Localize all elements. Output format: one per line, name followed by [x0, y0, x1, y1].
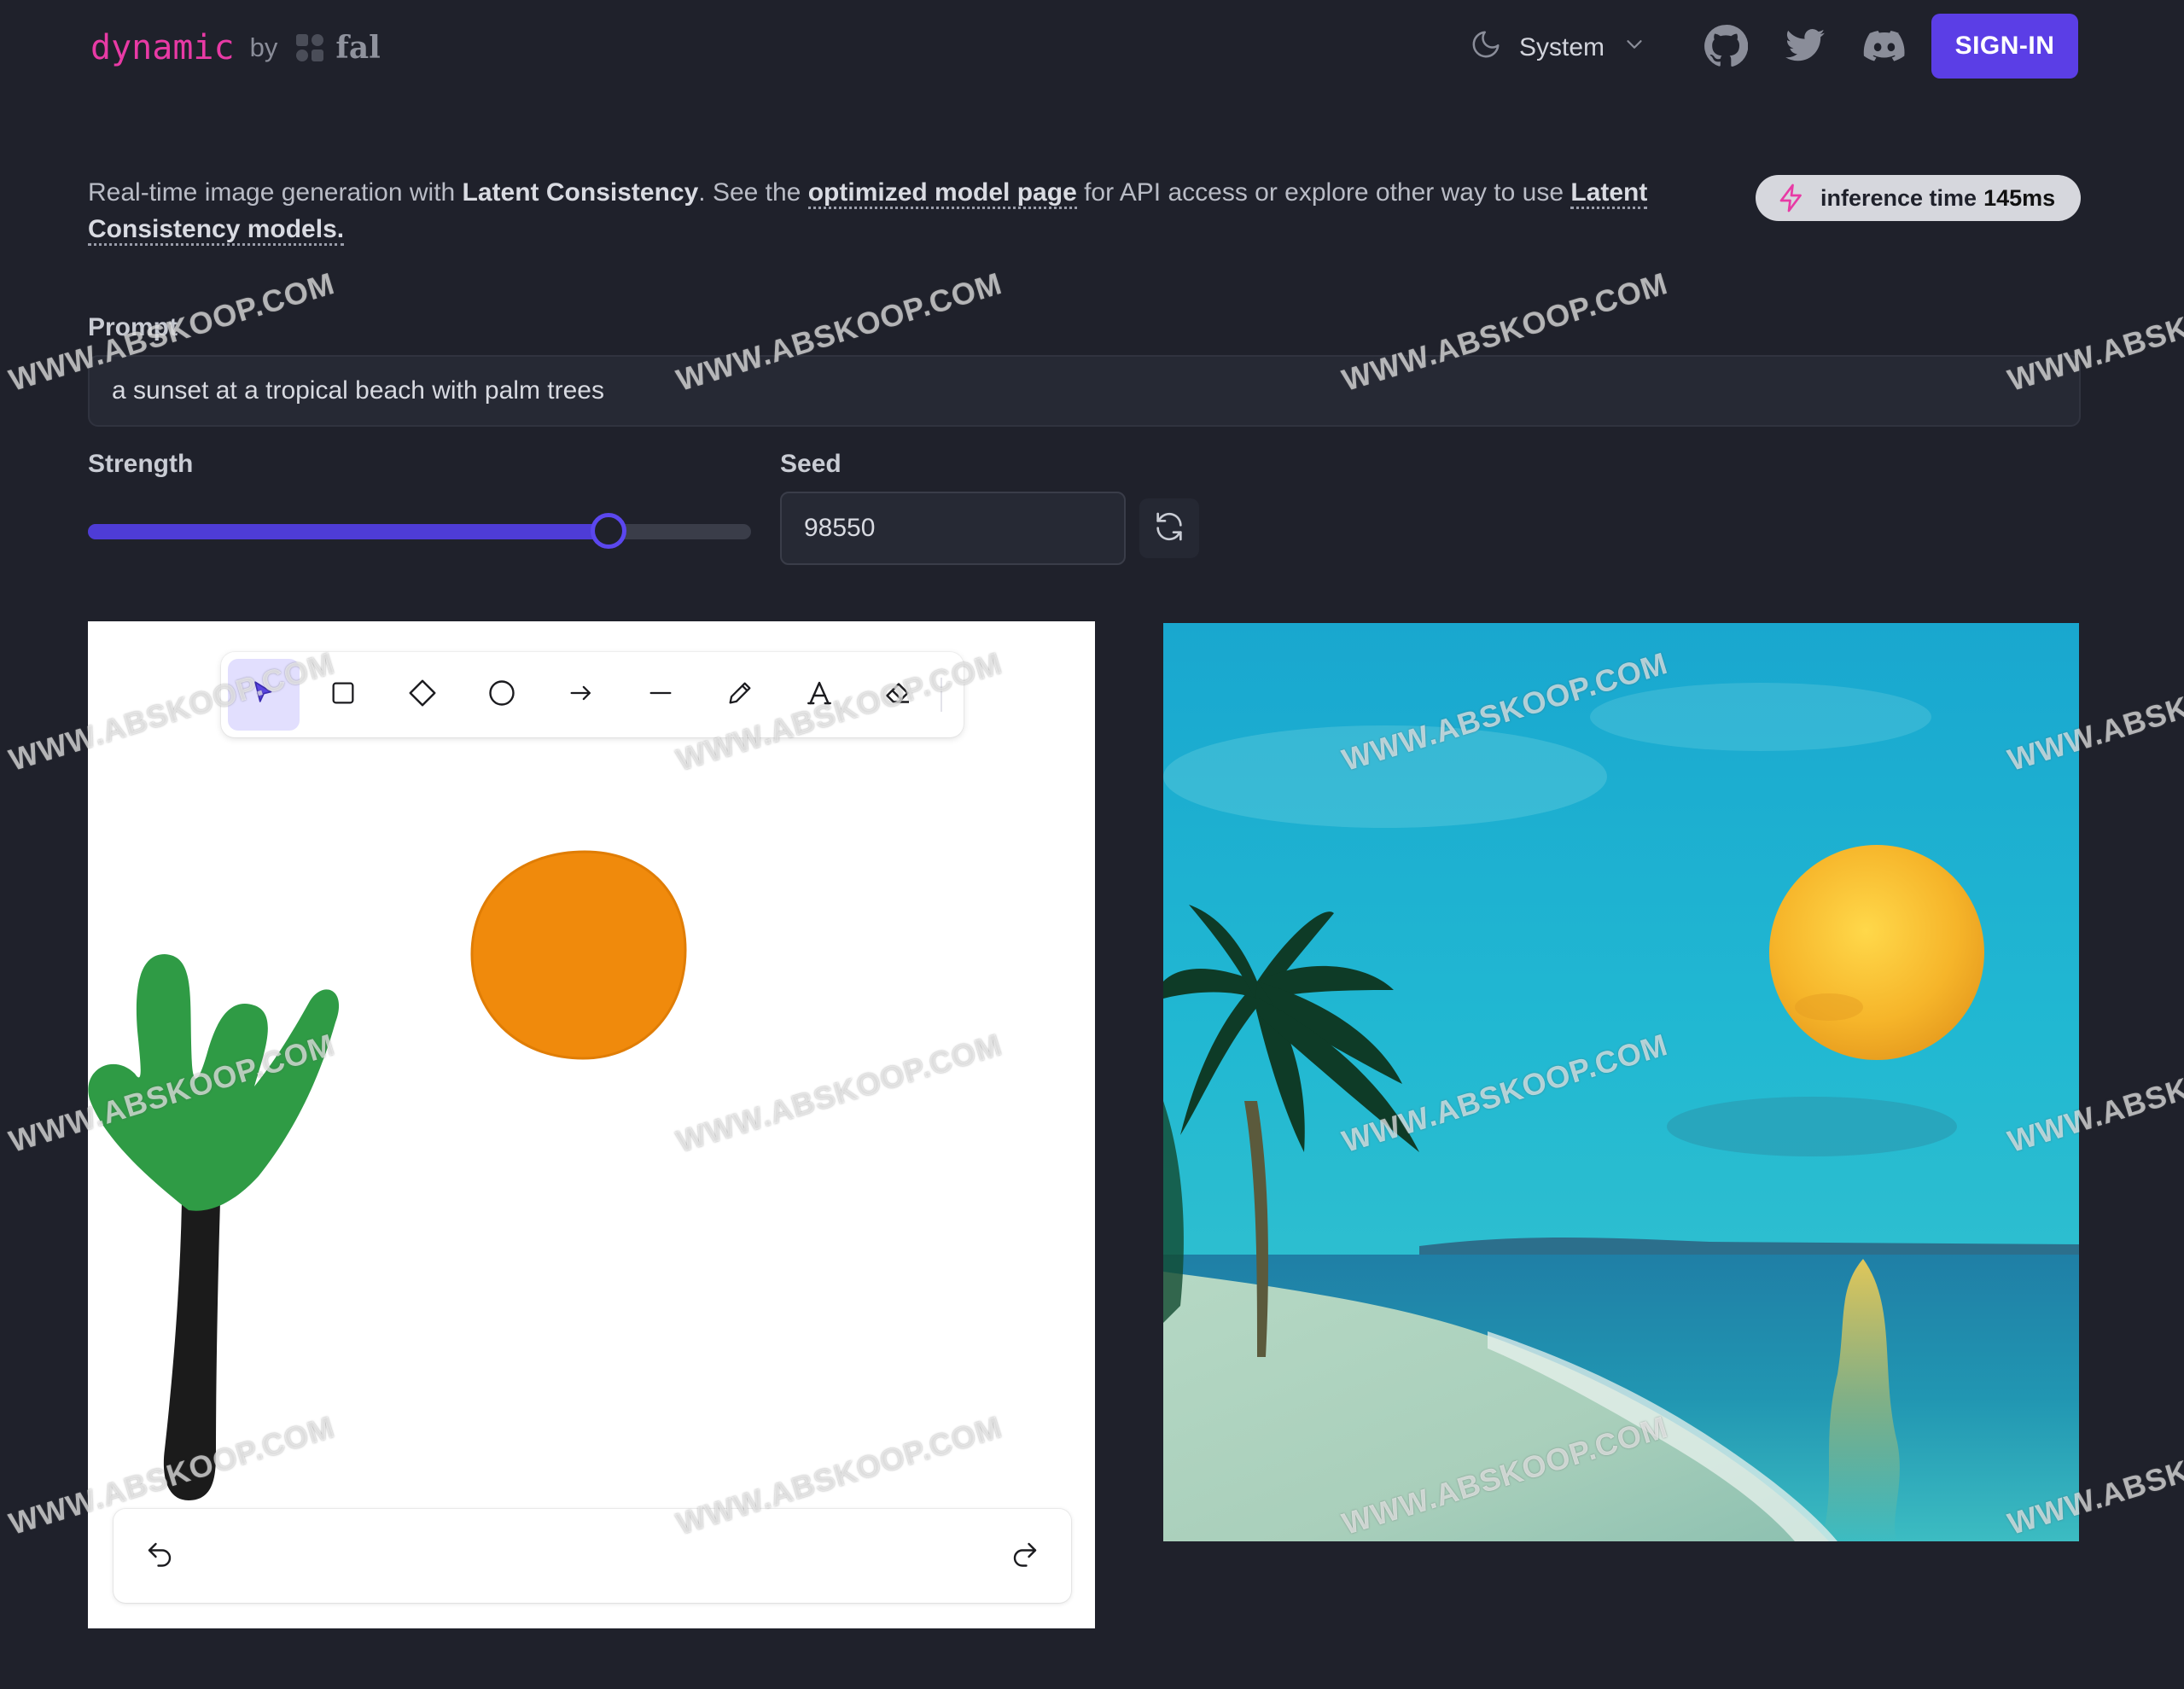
strength-label: Strength: [88, 450, 194, 478]
inference-time-badge: inference time 145ms: [1756, 175, 2081, 221]
theme-label: System: [1519, 33, 1605, 61]
generated-image: [1163, 623, 2079, 1541]
undo-button[interactable]: [134, 1530, 185, 1581]
slider-thumb[interactable]: [590, 513, 626, 549]
arrow-tool[interactable]: [545, 659, 617, 731]
moon-icon: [1470, 28, 1502, 67]
seed-input[interactable]: [780, 492, 1126, 565]
pencil-icon: [725, 679, 754, 712]
randomize-seed-button[interactable]: [1139, 498, 1199, 558]
redo-icon: [1010, 1539, 1040, 1574]
brand-partner: fal: [335, 30, 381, 66]
inference-time-label: inference time: [1820, 184, 1977, 211]
intro-bold: Latent Consistency: [462, 178, 699, 207]
eraser-tool[interactable]: [863, 659, 935, 731]
refresh-icon: [1152, 510, 1186, 548]
drawing-canvas[interactable]: [88, 621, 1095, 1628]
prompt-label: Prompt: [88, 313, 178, 341]
brand-by: by: [249, 32, 278, 62]
intro-text: Real-time image generation with Latent C…: [88, 174, 1692, 248]
redo-button[interactable]: [999, 1530, 1051, 1581]
github-icon: [1704, 24, 1749, 73]
discord-icon: [1861, 23, 1907, 73]
arrow-right-icon: [567, 679, 596, 712]
seed-label: Seed: [780, 450, 842, 478]
text-tool[interactable]: [783, 659, 855, 731]
toolbar-divider: [941, 678, 942, 712]
eraser-icon: [883, 678, 914, 713]
theme-select[interactable]: System: [1470, 24, 1647, 72]
prompt-input[interactable]: [88, 355, 2081, 427]
slider-fill: [88, 524, 609, 539]
twitter-link[interactable]: [1779, 22, 1831, 73]
palm-leaves-shape: [88, 954, 340, 1211]
brand-name: dynamic: [90, 28, 235, 67]
diamond-icon: [407, 678, 438, 713]
canvas-drawing: [88, 850, 687, 1500]
inference-time-value: 145ms: [1983, 184, 2056, 211]
diamond-tool[interactable]: [387, 659, 458, 731]
selection-tool[interactable]: [228, 659, 300, 731]
intro-part-1: Real-time image generation with: [88, 178, 463, 207]
ellipse-tool[interactable]: [466, 659, 538, 731]
intro-part-2: . See the: [698, 178, 808, 207]
sign-in-button[interactable]: SIGN-IN: [1931, 14, 2078, 79]
undo-icon: [144, 1539, 175, 1574]
intro-part-3: for API access or explore other way to u…: [1076, 178, 1571, 207]
rectangle-tool[interactable]: [307, 659, 379, 731]
drawing-toolbar: [221, 652, 964, 737]
palm-trunk-shape: [163, 1202, 220, 1500]
lightning-icon: [1776, 183, 1807, 213]
fal-logo-icon: [293, 31, 327, 65]
line-tool[interactable]: [625, 659, 696, 731]
chevron-down-icon: [1622, 32, 1647, 64]
history-bar: [114, 1509, 1071, 1603]
optimized-model-link[interactable]: optimized model page: [807, 178, 1077, 209]
github-link[interactable]: [1700, 22, 1751, 73]
draw-tool[interactable]: [704, 659, 776, 731]
brand[interactable]: dynamic by fal: [90, 24, 381, 72]
twitter-icon: [1784, 25, 1826, 72]
square-icon: [329, 679, 358, 712]
line-icon: [646, 679, 675, 712]
strength-slider[interactable]: [88, 513, 751, 549]
sun-shape: [470, 850, 687, 1060]
text-icon: [804, 678, 835, 713]
circle-icon: [486, 678, 517, 713]
pointer-icon: [249, 679, 278, 712]
discord-link[interactable]: [1859, 22, 1910, 73]
